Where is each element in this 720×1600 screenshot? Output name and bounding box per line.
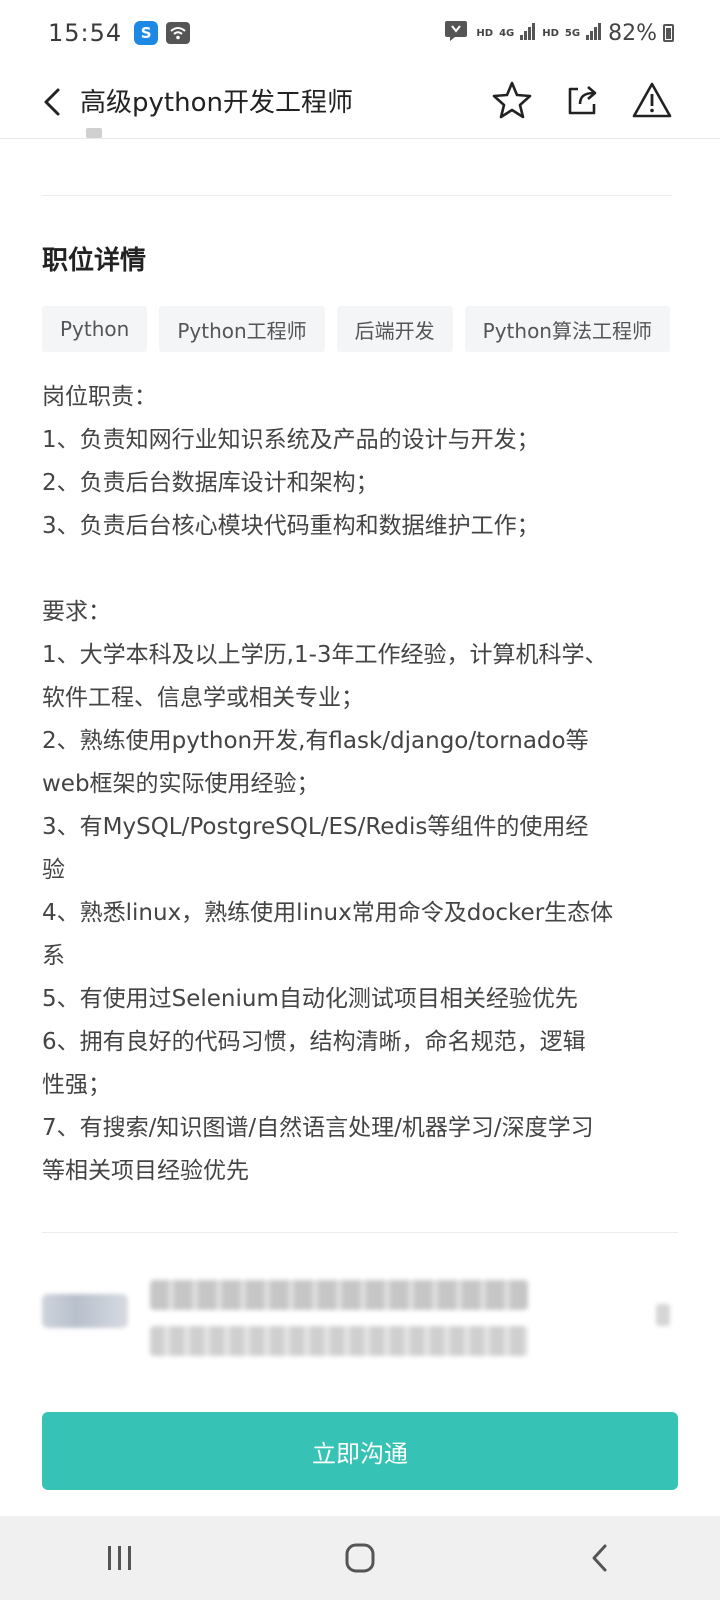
description-line: 6、拥有良好的代码习惯，结构清晰，命名规范，逻辑: [42, 1029, 586, 1055]
system-nav-bar: [0, 1516, 720, 1600]
description-line: 3、负责后台核心模块代码重构和数据维护工作；: [42, 513, 540, 539]
company-info-redacted: [150, 1326, 528, 1356]
skill-tags: Python Python工程师 后端开发 Python算法工程师: [42, 306, 670, 352]
description-line: 性强；: [42, 1072, 111, 1098]
warning-icon: [632, 82, 672, 118]
description-line: [42, 548, 682, 591]
battery-percent: 82%: [608, 20, 657, 46]
system-back-button[interactable]: [555, 1528, 645, 1588]
network-label-hd-1: HD: [476, 27, 494, 39]
signal-icon-1: [520, 22, 536, 44]
chat-now-button[interactable]: 立即沟通: [42, 1412, 678, 1490]
divider: [42, 195, 672, 196]
message-icon: [444, 20, 470, 46]
description-line: 5、有使用过Selenium自动化测试项目相关经验优先: [42, 986, 578, 1012]
star-icon: [492, 81, 532, 119]
page-title: 高级python开发工程师: [80, 88, 353, 118]
recent-apps-icon: [108, 1546, 131, 1570]
app-bar: 高级python开发工程师: [0, 66, 720, 139]
signal-icon-2: [586, 22, 602, 44]
chevron-right-icon: [656, 1304, 670, 1326]
description-line: 软件工程、信息学或相关专业；: [42, 685, 364, 711]
home-icon: [345, 1543, 375, 1573]
back-button[interactable]: [34, 80, 70, 124]
divider: [42, 1232, 678, 1233]
network-label-5g: 5G: [564, 27, 581, 39]
description-line: web框架的实际使用经验；: [42, 771, 320, 797]
recent-apps-button[interactable]: [75, 1528, 165, 1588]
status-bar: 15:54 S HD 4G HD 5G 82%: [0, 0, 720, 66]
share-button[interactable]: [557, 74, 607, 126]
description-line: 要求：: [42, 599, 111, 625]
report-button[interactable]: [627, 74, 677, 126]
description-line: 1、负责知网行业知识系统及产品的设计与开发；: [42, 427, 540, 453]
wifi-icon: [166, 22, 191, 44]
scrolled-content-remnant: [86, 128, 102, 138]
share-icon: [568, 86, 597, 115]
description-line: 等相关项目经验优先: [42, 1158, 249, 1184]
section-title: 职位详情: [42, 246, 147, 276]
network-label-hd-2: HD: [542, 27, 559, 39]
description-line: 验: [42, 857, 65, 883]
notification-app-icon: S: [134, 21, 159, 45]
description-line: 岗位职责：: [42, 384, 157, 410]
status-time: 15:54: [48, 19, 123, 47]
skill-tag: Python工程师: [159, 306, 325, 352]
description-line: 4、熟悉linux，熟练使用linux常用命令及docker生态体: [42, 900, 614, 926]
favorite-button[interactable]: [487, 74, 537, 126]
skill-tag: Python: [42, 306, 148, 352]
battery-icon: [663, 24, 674, 42]
description-line: 2、负责后台数据库设计和架构；: [42, 470, 379, 496]
back-icon: [592, 1544, 607, 1572]
status-right-group: HD 4G HD 5G 82%: [444, 20, 674, 46]
skill-tag: Python算法工程师: [464, 306, 670, 352]
description-line: 3、有MySQL/PostgreSQL/ES/Redis等组件的使用经: [42, 814, 589, 840]
skill-tag: 后端开发: [336, 306, 453, 352]
back-chevron-icon: [44, 88, 60, 116]
job-description: 岗位职责： 1、负责知网行业知识系统及产品的设计与开发； 2、负责后台数据库设计…: [42, 376, 682, 1193]
company-name-redacted: [150, 1280, 528, 1310]
description-line: 系: [42, 943, 65, 969]
description-line: 1、大学本科及以上学历,1-3年工作经验，计算机科学、: [42, 642, 608, 668]
network-label-4g: 4G: [499, 27, 515, 39]
description-line: 7、有搜索/知识图谱/自然语言处理/机器学习/深度学习: [42, 1115, 594, 1141]
company-logo: [42, 1294, 128, 1328]
company-card[interactable]: [42, 1270, 678, 1370]
description-line: 2、熟练使用python开发,有flask/django/tornado等: [42, 728, 589, 754]
home-button[interactable]: [315, 1528, 405, 1588]
